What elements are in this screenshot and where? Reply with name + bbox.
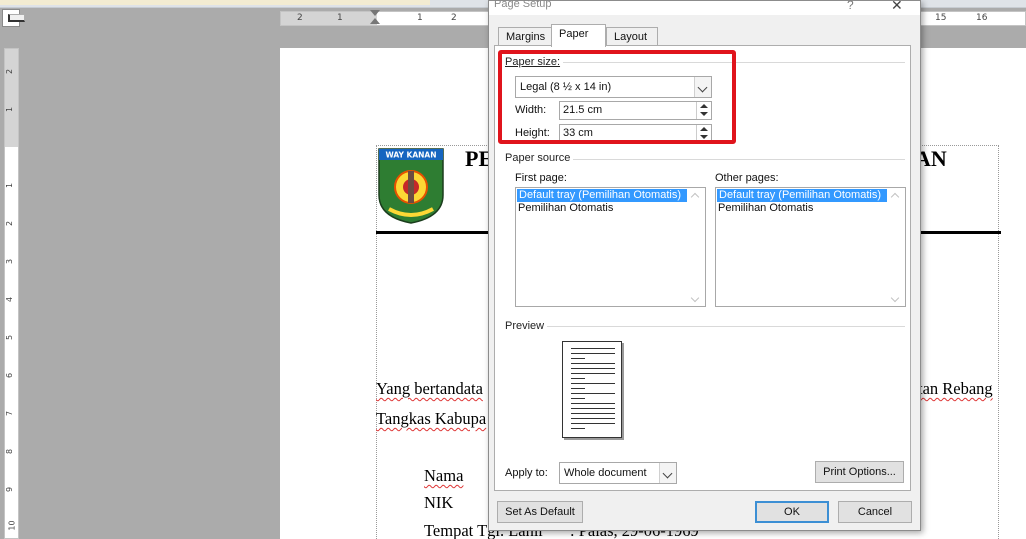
- hanging-indent-icon: [370, 18, 380, 24]
- first-line-indent-icon: [370, 10, 380, 16]
- field-nama: Nama: [424, 466, 463, 486]
- ruler-mark: 4: [5, 296, 15, 303]
- preview-line: [571, 413, 615, 414]
- ruler-mark: 2: [5, 220, 15, 227]
- preview-line: [571, 403, 615, 404]
- body-text: Yang bertandata: [376, 379, 483, 398]
- field-nik: NIK: [424, 493, 454, 512]
- first-page-label: First page:: [515, 172, 567, 184]
- paper-source-group-label: Paper source: [505, 152, 574, 164]
- cancel-button[interactable]: Cancel: [838, 501, 912, 523]
- ruler-mark: 1: [5, 182, 15, 189]
- ruler-mark: 9: [5, 486, 15, 493]
- preview-line: [571, 383, 615, 384]
- paper-size-highlight: [498, 50, 736, 144]
- page-preview: [562, 341, 622, 438]
- ruler-mark: 2: [5, 68, 15, 75]
- list-item[interactable]: Pemilihan Otomatis: [716, 202, 905, 215]
- scroll-up-icon[interactable]: [690, 192, 700, 202]
- dialog-title: Page Setup: [494, 0, 552, 10]
- close-button[interactable]: ✕: [891, 0, 903, 14]
- list-item[interactable]: Default tray (Pemilihan Otomatis): [717, 189, 887, 202]
- tab-layout[interactable]: Layout: [606, 27, 658, 46]
- ruler-mark: 1: [337, 13, 343, 23]
- body-text: Tangkas Kabupa: [376, 409, 487, 428]
- preview-line: [571, 373, 615, 374]
- list-item[interactable]: Default tray (Pemilihan Otomatis): [517, 189, 687, 202]
- other-pages-label: Other pages:: [715, 172, 779, 184]
- help-button[interactable]: ?: [847, 0, 854, 12]
- other-pages-list[interactable]: Default tray (Pemilihan Otomatis) Pemili…: [715, 187, 906, 307]
- ruler-mark: 7: [5, 410, 15, 417]
- ruler-mark: 3: [5, 258, 15, 265]
- ruler-mark: 5: [5, 334, 15, 341]
- ruler-mark: 15: [935, 13, 947, 23]
- body-text: tan Rebang: [918, 379, 993, 398]
- ruler-mark: 1: [417, 13, 423, 23]
- ruler-mark: 2: [297, 13, 303, 23]
- tab-margins[interactable]: Margins: [498, 27, 555, 46]
- ruler-margin-zone: [281, 12, 377, 25]
- vertical-ruler[interactable]: 2 1 1 2 3 4 5 6 7 8 9 10: [4, 48, 19, 539]
- ruler-mark: 2: [451, 13, 457, 23]
- preview-group-label: Preview: [505, 320, 548, 332]
- ruler-mark: 10: [7, 520, 17, 531]
- body-line-1-right: tan Rebang: [918, 379, 993, 399]
- preview-line: [571, 353, 615, 354]
- chevron-down-icon[interactable]: [659, 463, 676, 483]
- preview-line: [571, 348, 615, 349]
- group-divider: [567, 159, 905, 160]
- preview-line: [571, 428, 585, 429]
- list-item[interactable]: Pemilihan Otomatis: [516, 202, 705, 215]
- apply-to-select[interactable]: Whole document: [559, 462, 677, 484]
- set-as-default-button[interactable]: Set As Default: [497, 501, 583, 523]
- scroll-down-icon[interactable]: [690, 293, 700, 303]
- left-tab-icon: [8, 14, 25, 22]
- way-kanan-logo: WAY KANAN: [378, 148, 444, 224]
- first-page-list[interactable]: Default tray (Pemilihan Otomatis) Pemili…: [515, 187, 706, 307]
- ruler-mark: 8: [5, 448, 15, 455]
- print-options-button[interactable]: Print Options...: [815, 461, 904, 483]
- preview-line: [571, 368, 615, 369]
- preview-line: [571, 408, 615, 409]
- body-line-2: Tangkas Kabupa: [376, 409, 486, 429]
- preview-line: [571, 423, 615, 424]
- preview-line: [571, 378, 585, 379]
- preview-line: [571, 418, 615, 419]
- preview-line: [571, 398, 585, 399]
- ok-button[interactable]: OK: [755, 501, 829, 523]
- ruler-mark: 16: [976, 13, 988, 23]
- apply-to-value: Whole document: [564, 467, 647, 479]
- message-bar: [0, 0, 430, 5]
- body-text: Nama: [424, 466, 464, 485]
- tab-paper[interactable]: Paper: [551, 24, 606, 47]
- indent-marker[interactable]: [370, 10, 380, 30]
- apply-to-label: Apply to:: [505, 467, 548, 479]
- list-scrollbar[interactable]: [888, 188, 905, 306]
- preview-line: [571, 388, 585, 389]
- body-line-1-left: Yang bertandata: [376, 379, 483, 399]
- preview-line: [571, 358, 585, 359]
- logo-text: WAY KANAN: [385, 151, 436, 160]
- scroll-down-icon[interactable]: [890, 293, 900, 303]
- preview-line: [571, 393, 615, 394]
- ruler-mark: 1: [5, 106, 15, 113]
- list-scrollbar[interactable]: [688, 188, 705, 306]
- preview-line: [571, 363, 615, 364]
- tab-selector-button[interactable]: [2, 9, 25, 27]
- scroll-up-icon[interactable]: [890, 192, 900, 202]
- ruler-margin-zone: [5, 49, 18, 147]
- group-divider: [545, 326, 905, 327]
- dialog-titlebar[interactable]: Page Setup ? ✕: [489, 0, 920, 15]
- ruler-mark: 6: [5, 372, 15, 379]
